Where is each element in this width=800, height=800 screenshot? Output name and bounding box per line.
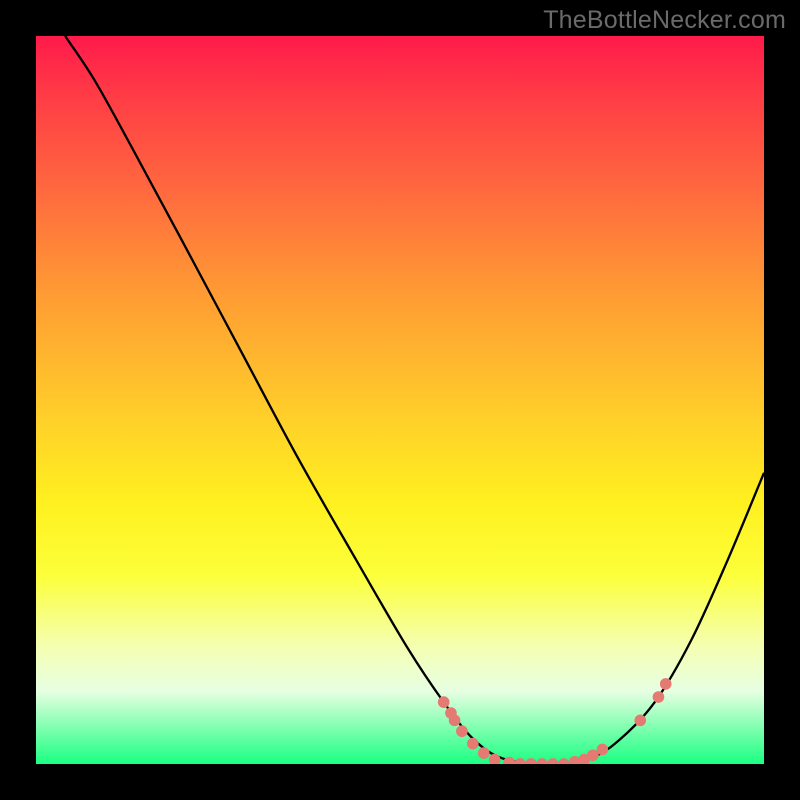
marker-dot [525,758,537,764]
marker-dot [489,754,501,764]
marker-dot [438,696,450,708]
watermark-text: TheBottleNecker.com [543,6,786,35]
marker-dot [456,725,468,737]
marker-dot [547,758,559,764]
marker-dot [449,714,461,726]
marker-dot [536,758,548,764]
chart-frame: TheBottleNecker.com [0,0,800,800]
marker-dot [514,758,526,764]
marker-dot [653,691,665,703]
highlight-markers [438,678,672,764]
marker-dot [503,757,515,764]
marker-dot [478,747,490,759]
bottleneck-curve-layer [36,36,764,764]
marker-dot [558,758,570,764]
plot-area [36,36,764,764]
marker-dot [597,744,609,756]
marker-dot [634,714,646,726]
bottleneck-curve [65,36,764,764]
marker-dot [467,738,479,750]
marker-dot [660,678,672,690]
